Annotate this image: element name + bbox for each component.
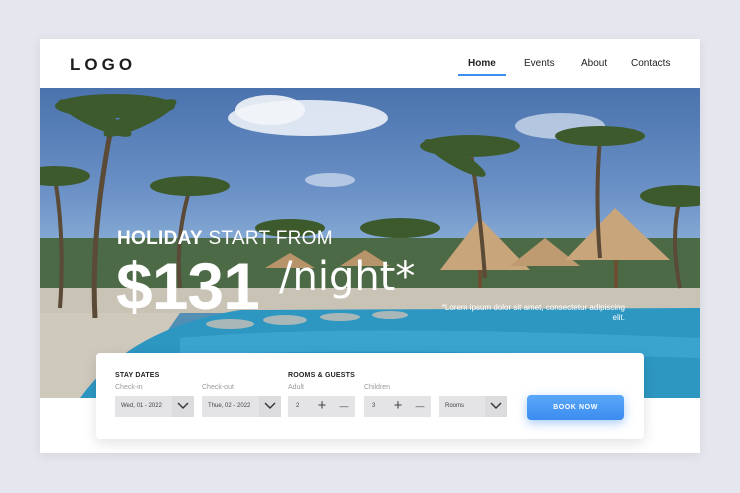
hero-fine-print: *Lorem ipsum dolor sit amet, consectetur… [441,303,625,322]
checkout-select[interactable]: Thue, 02 - 2022 [202,396,281,417]
headline-bold: HOLIDAY [117,228,203,249]
stay-dates-title: STAY DATES [115,372,160,379]
chevron-down-icon[interactable] [259,396,281,417]
children-label: Children [364,384,391,391]
children-plus-button[interactable]: + [387,396,409,417]
hero-headline: HOLIDAY START FROM [117,228,333,250]
nav-contacts[interactable]: Contacts [631,58,670,69]
checkin-label: Check-in [115,384,143,391]
children-stepper[interactable]: 3 + — [364,396,431,417]
children-value: 3 [372,403,376,409]
rooms-value: Rooms [445,403,465,409]
chevron-down-icon[interactable] [485,396,507,417]
hero-price: $131 [116,249,260,323]
checkout-value: Thue, 02 - 2022 [208,403,251,409]
headline-rest: START FROM [202,228,333,249]
chevron-down-icon[interactable] [172,396,194,417]
booking-panel: STAY DATES Check-in Check-out Wed, 01 - … [96,353,644,439]
adult-stepper[interactable]: 2 + — [288,396,355,417]
adult-value: 2 [296,403,300,409]
hero-per-night: /night* [279,254,416,300]
rooms-select[interactable]: Rooms [439,396,507,417]
rooms-guests-title: ROOMS & GUESTS [288,372,355,379]
nav-about[interactable]: About [581,58,607,69]
checkin-select[interactable]: Wed, 01 - 2022 [115,396,194,417]
book-now-button[interactable]: BOOK NOW [527,395,624,420]
nav-home[interactable]: Home [458,58,506,76]
checkout-label: Check-out [202,384,234,391]
checkin-value: Wed, 01 - 2022 [121,403,162,409]
adult-label: Adult [288,384,304,391]
adult-minus-button[interactable]: — [333,396,355,417]
adult-plus-button[interactable]: + [311,396,333,417]
children-minus-button[interactable]: — [409,396,431,417]
nav-events[interactable]: Events [524,58,555,69]
landing-card: LOGO Home Events About Contacts HOLIDAY … [40,39,700,453]
logo[interactable]: LOGO [70,55,136,75]
